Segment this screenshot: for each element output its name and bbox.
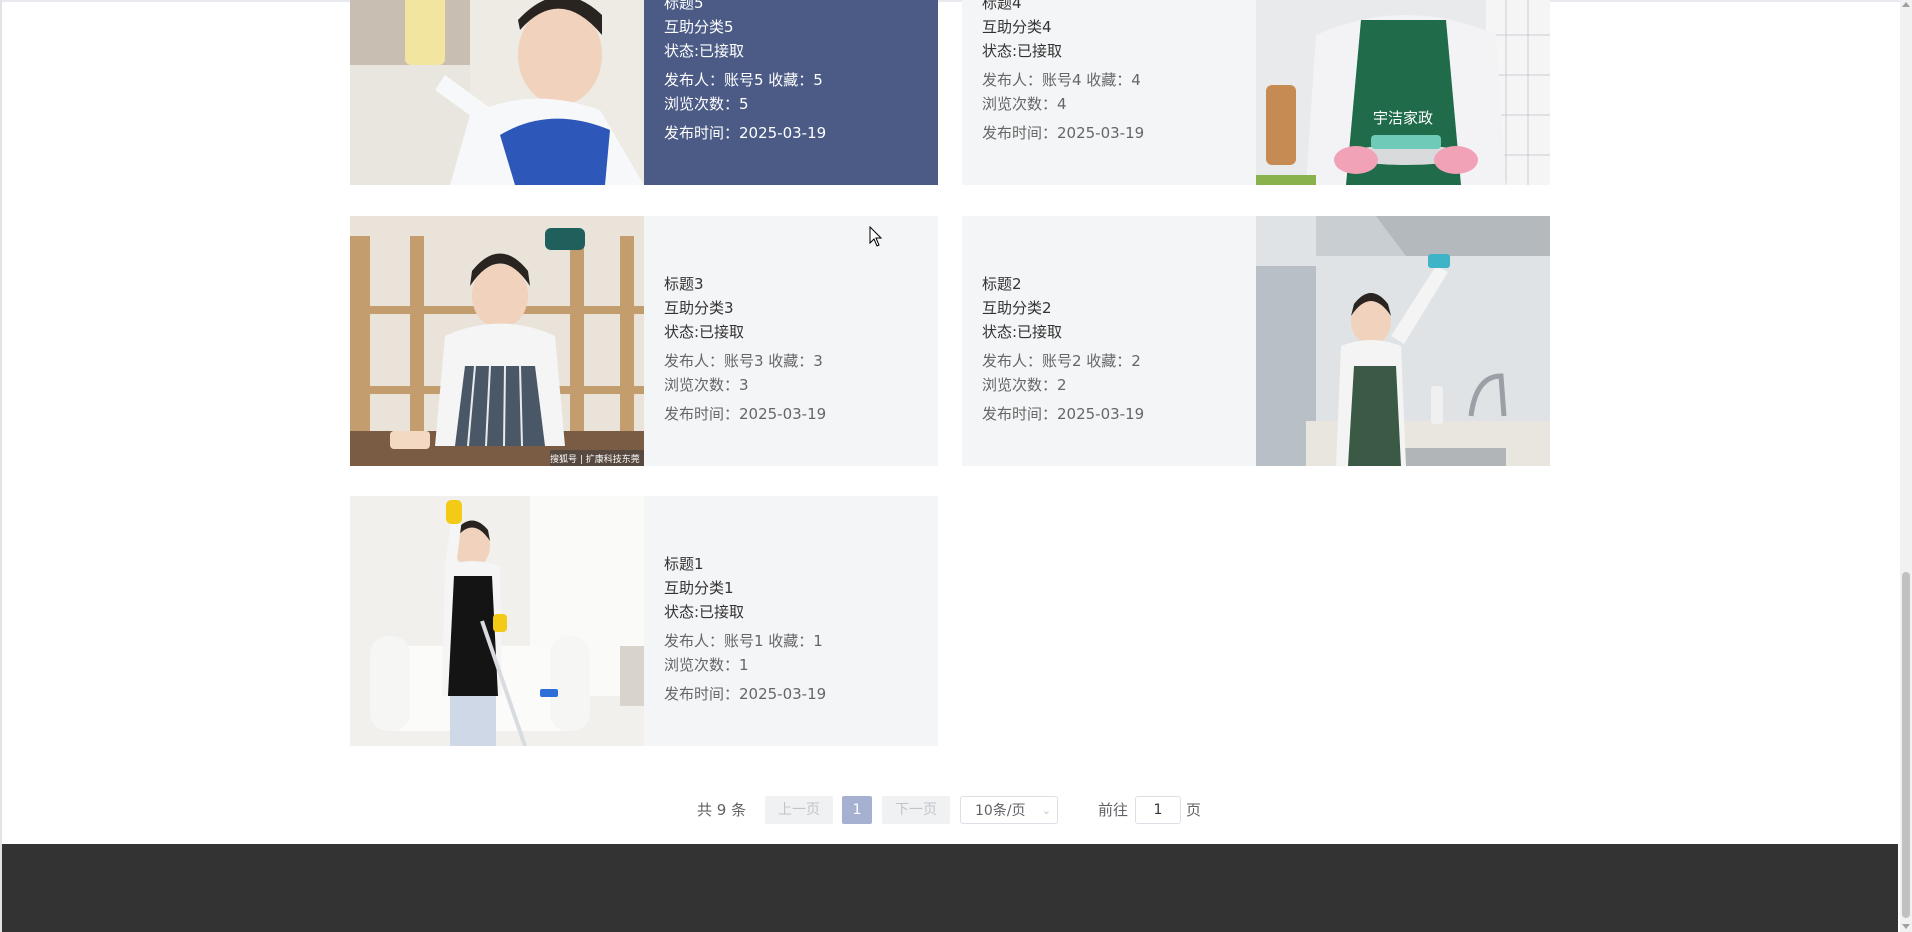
pagination: 共 9 条 上一页 1 下一页 10条/页 ⌄ 前往 页 xyxy=(0,796,1912,824)
pagination-total: 共 9 条 xyxy=(697,801,747,819)
top-frame-line xyxy=(0,0,1900,2)
chevron-down-icon: ⌄ xyxy=(1041,804,1051,817)
card-title[interactable]: 标题4 xyxy=(982,0,1022,13)
goto-unit-label: 页 xyxy=(1186,801,1202,819)
card-publisher-favorites: 发布人：账号3 收藏：3 xyxy=(664,352,823,370)
prev-page-button[interactable]: 上一页 xyxy=(765,796,833,824)
card-image xyxy=(350,496,644,746)
card-publisher-favorites: 发布人：账号1 收藏：1 xyxy=(664,632,823,650)
card-info: 标题4 互助分类4 状态:已接取 发布人：账号4 收藏：4 浏览次数：4 发布时… xyxy=(962,0,1236,185)
card-info: 标题2 互助分类2 状态:已接取 发布人：账号2 收藏：2 浏览次数：2 发布时… xyxy=(962,216,1236,466)
card-category: 互助分类1 xyxy=(664,579,734,597)
left-frame-line xyxy=(0,0,2,932)
card-views: 浏览次数：3 xyxy=(664,376,749,394)
card-views: 浏览次数：2 xyxy=(982,376,1067,394)
card-image xyxy=(350,0,644,185)
help-card-3[interactable]: 搜狐号 | 扩康科技东莞 标题3 互助分类3 状态:已接取 发布人：账号3 收藏… xyxy=(350,216,938,466)
woman-cleaning-kitchen-photo xyxy=(1256,216,1550,466)
woman-cleaning-shelf-photo xyxy=(350,0,644,185)
card-title[interactable]: 标题5 xyxy=(664,0,704,13)
card-date: 发布时间：2025-03-19 xyxy=(982,405,1145,423)
card-publisher-favorites: 发布人：账号4 收藏：4 xyxy=(982,71,1141,89)
scrollbar-thumb[interactable] xyxy=(1902,572,1910,918)
goto-label: 前往 xyxy=(1098,801,1129,819)
page-size-value: 10条/页 xyxy=(975,803,1026,819)
mouse-cursor-icon xyxy=(869,226,883,247)
card-date: 发布时间：2025-03-19 xyxy=(664,405,827,423)
page-number-1[interactable]: 1 xyxy=(842,796,872,824)
card-category: 互助分类4 xyxy=(982,18,1052,36)
card-category: 互助分类2 xyxy=(982,299,1052,317)
page-footer xyxy=(2,844,1898,932)
card-views: 浏览次数：1 xyxy=(664,656,749,674)
card-date: 发布时间：2025-03-19 xyxy=(664,685,827,703)
card-status: 状态:已接取 xyxy=(664,323,745,341)
card-status: 状态:已接取 xyxy=(982,42,1063,60)
scroll-down-icon[interactable] xyxy=(1902,924,1910,929)
card-info: 标题5 互助分类5 状态:已接取 发布人：账号5 收藏：5 浏览次数：5 发布时… xyxy=(644,0,918,185)
card-image: 搜狐号 | 扩康科技东莞 xyxy=(350,216,644,466)
woman-wiping-table-photo: 搜狐号 | 扩康科技东莞 xyxy=(350,216,644,466)
vertical-scrollbar[interactable] xyxy=(1900,0,1912,932)
card-publisher-favorites: 发布人：账号5 收藏：5 xyxy=(664,71,823,89)
card-status: 状态:已接取 xyxy=(982,323,1063,341)
card-image: 宇洁家政 xyxy=(1256,0,1550,185)
help-card-2[interactable]: 标题2 互助分类2 状态:已接取 发布人：账号2 收藏：2 浏览次数：2 发布时… xyxy=(962,216,1550,466)
card-category: 互助分类5 xyxy=(664,18,734,36)
card-views: 浏览次数：5 xyxy=(664,95,749,113)
card-status: 状态:已接取 xyxy=(664,42,745,60)
card-title[interactable]: 标题1 xyxy=(664,554,704,574)
help-card-4[interactable]: 标题4 互助分类4 状态:已接取 发布人：账号4 收藏：4 浏览次数：4 发布时… xyxy=(962,0,1550,185)
help-card-5[interactable]: 标题5 互助分类5 状态:已接取 发布人：账号5 收藏：5 浏览次数：5 发布时… xyxy=(350,0,938,185)
page-size-select[interactable]: 10条/页 ⌄ xyxy=(960,796,1058,824)
card-status: 状态:已接取 xyxy=(664,603,745,621)
card-title[interactable]: 标题2 xyxy=(982,274,1022,294)
card-views: 浏览次数：4 xyxy=(982,95,1067,113)
card-date: 发布时间：2025-03-19 xyxy=(982,124,1145,142)
scroll-up-icon[interactable] xyxy=(1902,2,1910,7)
card-category: 互助分类3 xyxy=(664,299,734,317)
help-card-1[interactable]: 标题1 互助分类1 状态:已接取 发布人：账号1 收藏：1 浏览次数：1 发布时… xyxy=(350,496,938,746)
woman-mopping-photo xyxy=(350,496,644,746)
goto-page-input[interactable] xyxy=(1135,796,1181,824)
next-page-button[interactable]: 下一页 xyxy=(882,796,950,824)
card-date: 发布时间：2025-03-19 xyxy=(664,124,827,142)
card-title[interactable]: 标题3 xyxy=(664,274,704,294)
card-info: 标题1 互助分类1 状态:已接取 发布人：账号1 收藏：1 浏览次数：1 发布时… xyxy=(644,496,918,746)
apron-logo-text: 宇洁家政 xyxy=(1373,109,1433,127)
card-image xyxy=(1256,216,1550,466)
card-publisher-favorites: 发布人：账号2 收藏：2 xyxy=(982,352,1141,370)
card-info: 标题3 互助分类3 状态:已接取 发布人：账号3 收藏：3 浏览次数：3 发布时… xyxy=(644,216,918,466)
image-watermark: 搜狐号 | 扩康科技东莞 xyxy=(550,453,640,465)
woman-apron-dishes-photo: 宇洁家政 xyxy=(1256,0,1550,185)
